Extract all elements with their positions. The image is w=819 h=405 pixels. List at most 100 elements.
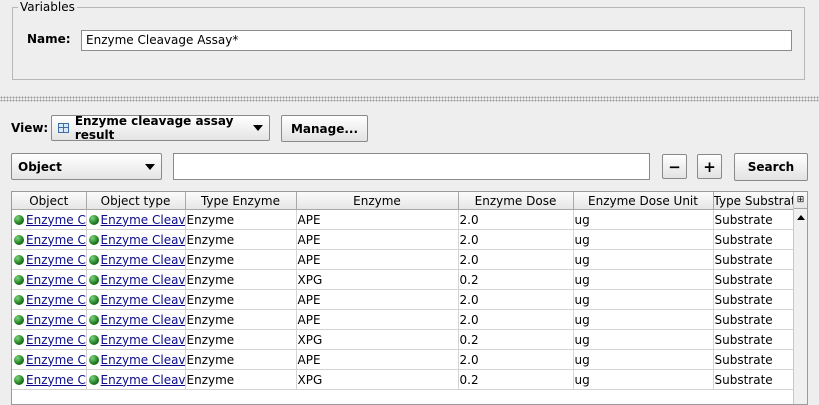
column-header[interactable]: Type Substrate [713, 192, 794, 210]
table-cell-object-type[interactable]: Enzyme Cleavage Assay [86, 269, 186, 290]
column-header[interactable]: Enzyme Dose [458, 192, 574, 210]
table-cell-object-type[interactable]: Enzyme Cleavage Assay [86, 329, 186, 350]
table-cell-enzyme: APE [296, 349, 459, 370]
cell-text: APE [297, 252, 321, 267]
table-row[interactable]: Enzyme Cleavage Assay Enzyme Cleavage Ass… [12, 289, 794, 310]
object-link[interactable]: Enzyme Cleavage Assay [26, 213, 85, 227]
table-row[interactable]: Enzyme Cleavage Assay Enzyme Cleavage Ass… [12, 249, 794, 270]
table-cell-dose: 2.0 [458, 349, 574, 370]
table-cell-enzyme: APE [296, 229, 459, 250]
cell-text: APE [297, 292, 321, 307]
cell-text: Enzyme [186, 212, 235, 227]
object-link[interactable]: Enzyme Cleavage Assay [26, 253, 85, 267]
search-field-selected: Object [18, 159, 62, 174]
cell-text: Enzyme [186, 232, 235, 247]
cell-text: Enzyme [186, 332, 235, 347]
object-link[interactable]: Enzyme Cleavage Assay [26, 313, 85, 327]
table-row[interactable]: Enzyme Cleavage Assay Enzyme Cleavage Ass… [12, 349, 794, 370]
table-cell-type-substrate: Substrate [713, 229, 794, 250]
cell-text: XPG [297, 372, 323, 387]
cell-text: ug [574, 252, 590, 267]
table-cell-object-type[interactable]: Enzyme Cleavage Assay [86, 369, 186, 390]
object-type-link[interactable]: Enzyme Cleavage Assay [101, 253, 185, 267]
table-cell-type-substrate: Substrate [713, 249, 794, 270]
object-type-link[interactable]: Enzyme Cleavage Assay [101, 333, 185, 347]
table-cell-type-enzyme: Enzyme [185, 249, 297, 270]
green-circle-icon [14, 254, 24, 265]
object-type-link[interactable]: Enzyme Cleavage Assay [101, 233, 185, 247]
object-link[interactable]: Enzyme Cleavage Assay [26, 293, 85, 307]
table-row[interactable]: Enzyme Cleavage Assay Enzyme Cleavage Ass… [12, 269, 794, 290]
table-header-row: Object Object type Type Enzyme Enzyme Enzyme… [12, 192, 794, 210]
green-circle-icon [88, 354, 99, 365]
table-cell-object-type[interactable]: Enzyme Cleavage Assay [86, 249, 186, 270]
table-cell-type-enzyme: Enzyme [185, 289, 297, 310]
object-type-link[interactable]: Enzyme Cleavage Assay [101, 213, 185, 227]
object-type-link[interactable]: Enzyme Cleavage Assay [101, 293, 185, 307]
cell-text: 0.2 [459, 272, 479, 287]
table-cell-object-type[interactable]: Enzyme Cleavage Assay [86, 229, 186, 250]
table-cell-object-type[interactable]: Enzyme Cleavage Assay [86, 289, 186, 310]
table-row[interactable]: Enzyme Cleavage Assay Enzyme Cleavage Ass… [12, 209, 794, 230]
cell-text: Substrate [714, 292, 773, 307]
remove-criterion-button[interactable]: − [662, 154, 687, 179]
cell-text: ug [574, 212, 590, 227]
table-cell-object[interactable]: Enzyme Cleavage Assay [12, 269, 87, 290]
add-criterion-button[interactable]: + [697, 154, 722, 179]
table-cell-object[interactable]: Enzyme Cleavage Assay [12, 349, 87, 370]
cell-text: 2.0 [459, 232, 479, 247]
table-cell-enzyme: APE [296, 309, 459, 330]
column-header[interactable]: Enzyme [296, 192, 459, 210]
table-row[interactable]: Enzyme Cleavage Assay Enzyme Cleavage Ass… [12, 229, 794, 250]
column-header[interactable]: Enzyme Dose Unit [573, 192, 714, 210]
object-link[interactable]: Enzyme Cleavage Assay [26, 373, 85, 387]
vertical-scrollbar[interactable]: ⊞ [793, 192, 807, 404]
object-link[interactable]: Enzyme Cleavage Assay [26, 273, 85, 287]
scroll-up-arrow-icon[interactable] [794, 210, 807, 224]
table-row[interactable]: Enzyme Cleavage Assay Enzyme Cleavage Ass… [12, 329, 794, 350]
name-field[interactable]: Enzyme Cleavage Assay* [81, 30, 792, 51]
table-cell-object[interactable]: Enzyme Cleavage Assay [12, 289, 87, 310]
cell-text: Enzyme [186, 352, 235, 367]
search-field-dropdown[interactable]: Object [11, 153, 162, 180]
object-link[interactable]: Enzyme Cleavage Assay [26, 333, 85, 347]
object-type-link[interactable]: Enzyme Cleavage Assay [101, 373, 185, 387]
table-cell-enzyme: APE [296, 249, 459, 270]
splitter-handle[interactable] [0, 96, 819, 102]
cell-text: Substrate [714, 212, 773, 227]
table-cell-object[interactable]: Enzyme Cleavage Assay [12, 329, 87, 350]
table-cell-object[interactable]: Enzyme Cleavage Assay [12, 309, 87, 330]
table-row[interactable]: Enzyme Cleavage Assay Enzyme Cleavage Ass… [12, 309, 794, 330]
object-link[interactable]: Enzyme Cleavage Assay [26, 353, 85, 367]
table-cell-object-type[interactable]: Enzyme Cleavage Assay [86, 309, 186, 330]
table-cell-unit: ug [573, 329, 714, 350]
view-dropdown[interactable]: Enzyme cleavage assay result [51, 114, 270, 142]
table-row[interactable]: Enzyme Cleavage Assay Enzyme Cleavage Ass… [12, 369, 794, 390]
table-cell-object[interactable]: Enzyme Cleavage Assay [12, 229, 87, 250]
table-cell-dose: 2.0 [458, 309, 574, 330]
cell-text: 2.0 [459, 292, 479, 307]
table-cell-object-type[interactable]: Enzyme Cleavage Assay [86, 209, 186, 230]
view-selected-label: Enzyme cleavage assay result [74, 114, 234, 142]
table-cell-object[interactable]: Enzyme Cleavage Assay [12, 369, 87, 390]
column-header[interactable]: Type Enzyme [185, 192, 297, 210]
table-cell-type-substrate: Substrate [713, 329, 794, 350]
object-type-link[interactable]: Enzyme Cleavage Assay [101, 313, 185, 327]
cell-text: 0.2 [459, 332, 479, 347]
column-header[interactable]: Object [12, 192, 87, 210]
green-circle-icon [14, 294, 24, 305]
column-chooser-icon[interactable]: ⊞ [794, 192, 807, 209]
table-cell-object-type[interactable]: Enzyme Cleavage Assay [86, 349, 186, 370]
table-cell-object[interactable]: Enzyme Cleavage Assay [12, 249, 87, 270]
search-button[interactable]: Search [734, 153, 808, 181]
object-type-link[interactable]: Enzyme Cleavage Assay [101, 273, 185, 287]
green-circle-icon [14, 234, 24, 245]
object-type-link[interactable]: Enzyme Cleavage Assay [101, 353, 185, 367]
table-cell-object[interactable]: Enzyme Cleavage Assay [12, 209, 87, 230]
manage-button[interactable]: Manage... [281, 115, 368, 142]
object-link[interactable]: Enzyme Cleavage Assay [26, 233, 85, 247]
column-header[interactable]: Object type [86, 192, 186, 210]
search-input[interactable] [173, 153, 650, 180]
table-cell-enzyme: XPG [296, 269, 459, 290]
cell-text: APE [297, 352, 321, 367]
